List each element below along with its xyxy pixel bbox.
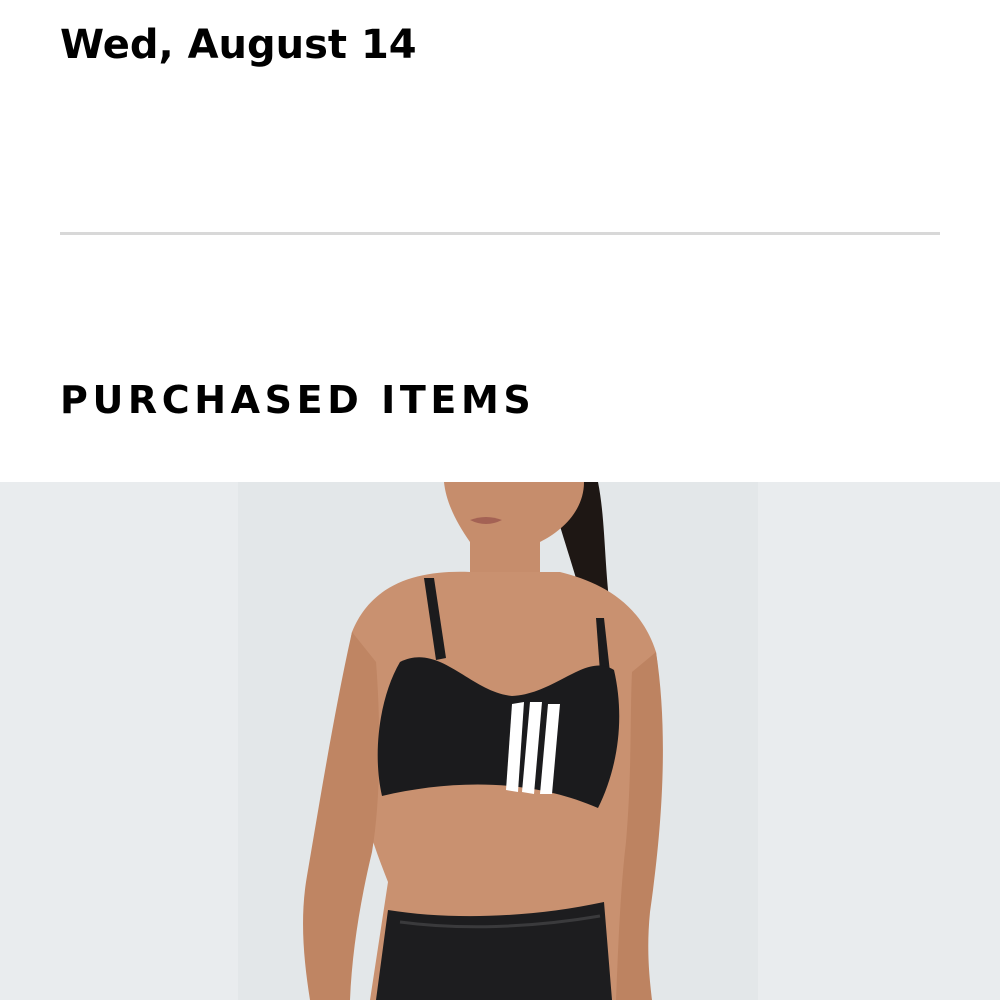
purchased-items-heading: PURCHASED ITEMS bbox=[60, 378, 536, 422]
product-image[interactable] bbox=[0, 482, 1000, 1000]
section-divider bbox=[60, 232, 940, 235]
product-item[interactable] bbox=[0, 482, 1000, 1000]
order-date: Wed, August 14 bbox=[60, 22, 417, 68]
